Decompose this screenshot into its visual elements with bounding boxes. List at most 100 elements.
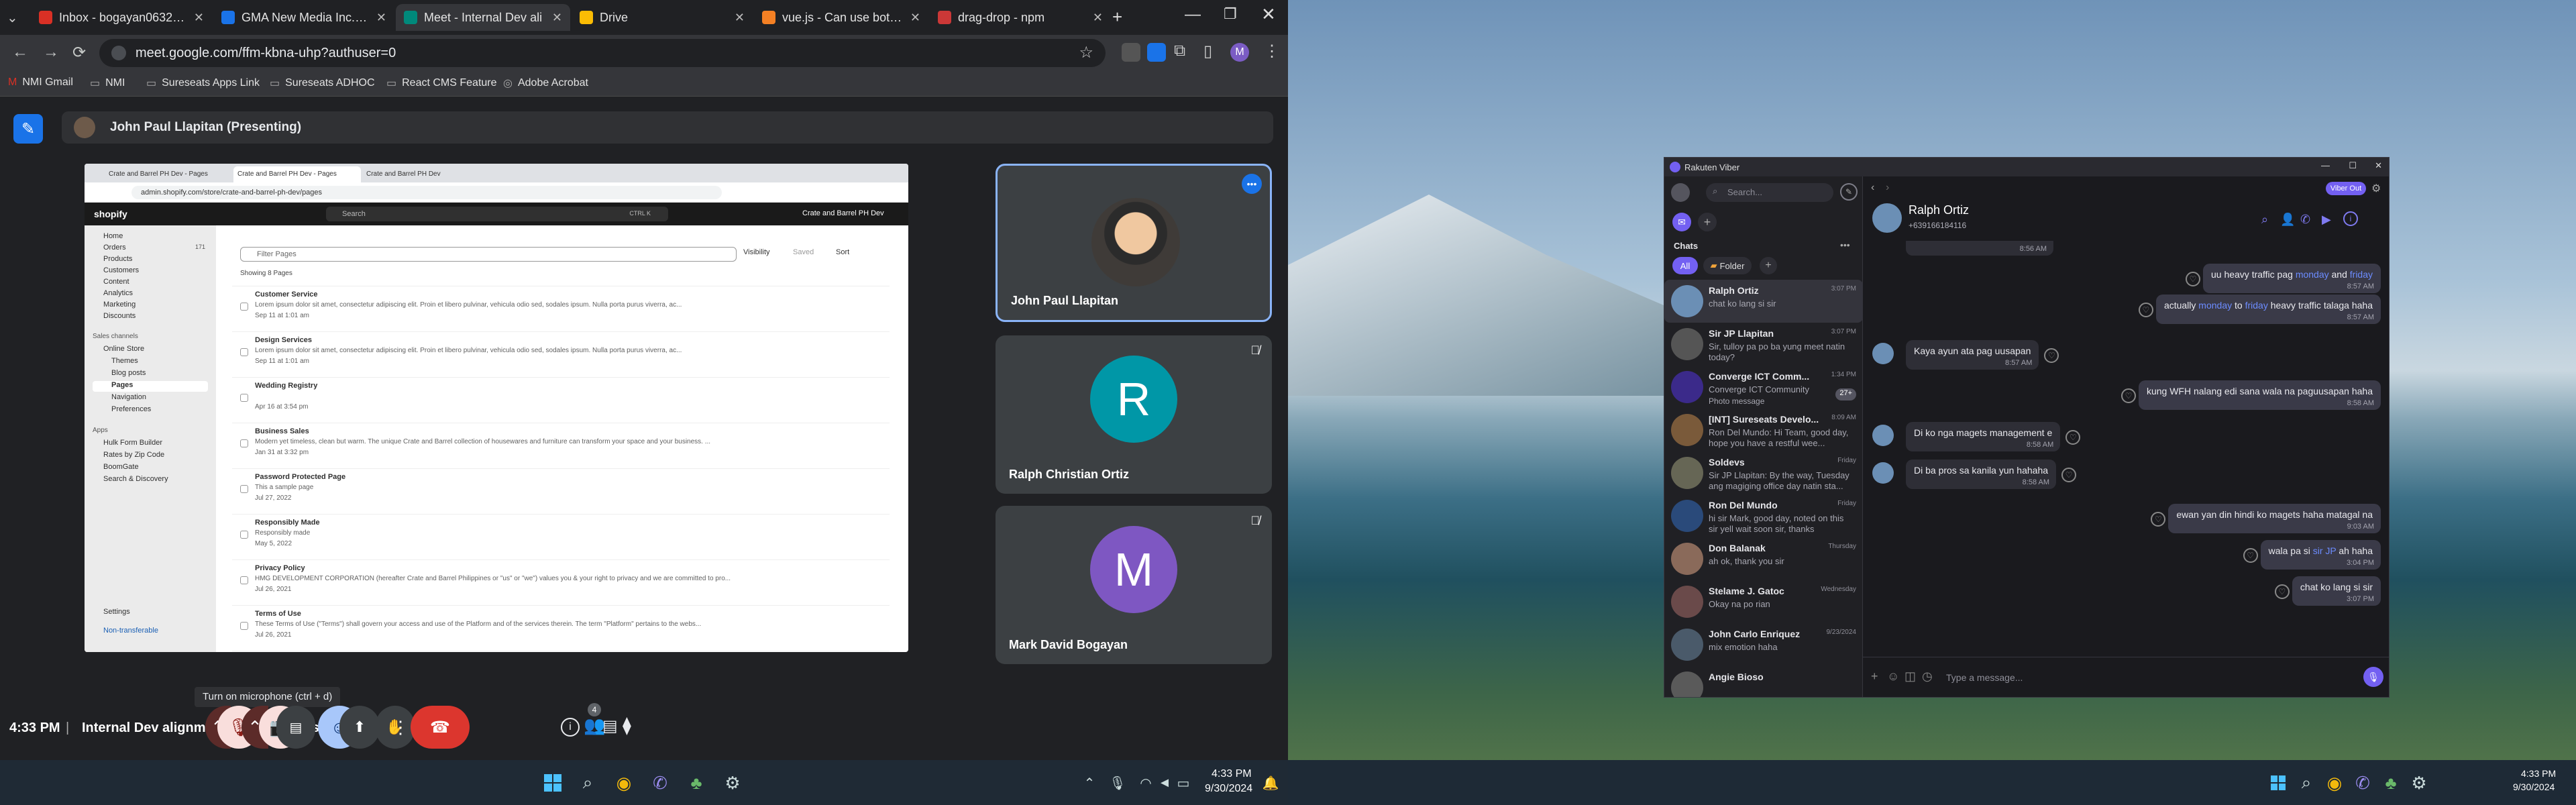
add-folder-icon[interactable]: + [1760, 257, 1777, 274]
activities-icon[interactable]: ⧫ [623, 715, 631, 736]
filter-folder-button[interactable]: ▰ Folder [1703, 257, 1752, 274]
tab-npm[interactable]: drag-drop - npm ✕ [930, 4, 1111, 31]
participant-tile-mark[interactable]: M 🎙̸ Mark David Bogayan [996, 506, 1272, 664]
close-icon[interactable]: ✕ [194, 11, 204, 25]
react-icon[interactable]: ♡ [2121, 388, 2136, 403]
tab-vue[interactable]: vue.js - Can use both Tailw✕ [754, 4, 928, 31]
message-bubble-out[interactable]: kung WFH nalang edi sana wala na paguusa… [2121, 380, 2381, 410]
react-icon[interactable]: ♡ [2243, 548, 2258, 563]
chats-more-icon[interactable]: ••• [1840, 239, 1850, 250]
chrome-icon[interactable]: ◉ [2321, 769, 2348, 796]
viber-home-icon[interactable]: ✉ [1672, 213, 1691, 231]
sticker-icon[interactable]: ◫ [1904, 669, 1916, 684]
back-icon[interactable]: ‹ [1871, 182, 1874, 194]
message-bubble-in[interactable]: Di ko nga magets management e 8:58 AM ♡ [1872, 422, 2081, 451]
search-icon[interactable]: ⌕ [2261, 213, 2268, 227]
chat-icon[interactable]: ▤ [602, 716, 618, 736]
bookmark-nmi-gmail[interactable]: M NMI Gmail [8, 76, 73, 89]
extension-icon[interactable] [1122, 43, 1140, 62]
message-link[interactable]: friday [2350, 269, 2373, 280]
chat-list-item[interactable]: Sir JP Llapitan Sir, tulloy pa po ba yung… [1664, 323, 1863, 366]
chat-list-item[interactable]: Don Balanak ah ok, thank you sir Thursday [1664, 537, 1863, 580]
chat-list-item[interactable]: Stelame J. Gatoc Okay na po rian Wednesday [1664, 580, 1863, 623]
restore-button[interactable]: ❐ [1224, 5, 1237, 23]
tray-chevron-icon[interactable]: ⌃ [1076, 769, 1103, 796]
tab-meet[interactable]: Meet - Internal Dev ali ✕ [396, 4, 570, 31]
clock-time[interactable]: 4:33 PM [2521, 768, 2556, 779]
settings-icon[interactable]: ⚙ [2406, 769, 2432, 796]
new-chat-icon[interactable]: ✎ [1840, 183, 1858, 201]
back-icon[interactable]: ← [12, 43, 28, 62]
react-icon[interactable]: ♡ [2185, 272, 2200, 286]
react-icon[interactable]: ♡ [2044, 348, 2059, 363]
my-profile-avatar[interactable] [1671, 183, 1690, 202]
address-bar[interactable]: meet.google.com/ffm-kbna-uhp?authuser=0 … [99, 39, 1106, 67]
add-attachment-icon[interactable]: + [1871, 669, 1878, 684]
close-window-button[interactable]: ✕ [1261, 4, 1276, 25]
chat-list-item[interactable]: Ralph Ortiz chat ko lang si sir 3:07 PM [1664, 280, 1863, 323]
contact-name[interactable]: Ralph Ortiz [1909, 203, 1969, 217]
participant-tile-ralph[interactable]: R 🎙̸ Ralph Christian Ortiz [996, 335, 1272, 494]
close-icon[interactable]: ✕ [910, 11, 920, 25]
react-icon[interactable]: ♡ [2151, 512, 2166, 527]
react-icon[interactable]: ♡ [2274, 584, 2290, 599]
minimize-button[interactable]: — [2321, 160, 2330, 170]
message-bubble-out[interactable]: ewan yan din hindi ko magets haha mataga… [2151, 504, 2381, 533]
chat-list-item[interactable]: John Carlo Enriquez mix emotion haha 9/23/… [1664, 623, 1863, 666]
message-bubble-in[interactable]: Di ba pros sa kanila yun hahaha 8:58 AM ♡ [1872, 460, 2077, 489]
chrome-icon[interactable]: ◉ [610, 769, 637, 796]
forward-icon[interactable]: › [1886, 182, 1889, 194]
react-icon[interactable]: ♡ [2138, 303, 2153, 317]
more-options-icon[interactable]: ••• [1242, 174, 1262, 194]
message-link[interactable]: monday [2198, 300, 2232, 311]
captions-button-element[interactable]: ▤ [276, 706, 315, 749]
bookmark-sureseats-adhoc[interactable]: ▭ Sureseats ADHOC [270, 76, 375, 90]
notification-icon[interactable]: 🔔 [1257, 769, 1284, 796]
message-bubble-in[interactable]: 8:56 AM [1906, 241, 2053, 256]
chat-list-item[interactable]: [INT] Sureseats Develo... Ron Del Mundo: … [1664, 409, 1863, 451]
search-input[interactable]: Search... ⌕ [1706, 183, 1833, 202]
search-icon[interactable]: ⌕ [2293, 769, 2320, 796]
forward-icon[interactable]: → [43, 43, 59, 62]
timer-icon[interactable]: ◷ [1922, 669, 1933, 684]
profile-avatar[interactable]: M [1230, 43, 1249, 62]
extension-icon[interactable] [1147, 43, 1166, 62]
start-icon[interactable] [539, 769, 566, 796]
filter-all-button[interactable]: All [1672, 257, 1698, 274]
message-bubble-out[interactable]: wala pa si sir JP ah haha 3:04 PM ♡ [2243, 540, 2381, 570]
bookmark-nmi[interactable]: ▭ NMI [90, 76, 125, 90]
bookmark-adobe-acrobat[interactable]: ◎ Adobe Acrobat [503, 76, 588, 90]
viber-icon[interactable]: ✆ [647, 769, 674, 796]
message-bubble-in[interactable]: Kaya ayun ata pag uusapan 8:57 AM ♡ [1872, 340, 2059, 370]
clock-date[interactable]: 9/30/2024 [2513, 782, 2555, 792]
message-bubble-out[interactable]: chat ko lang si sir 3:07 PM ♡ [2274, 576, 2381, 606]
more-options-icon-button[interactable]: ⋮ [392, 706, 409, 749]
tab-inbox[interactable]: Inbox - bogayan0632@gm✕ [31, 4, 212, 31]
video-call-icon[interactable]: ▶ [2322, 213, 2331, 227]
message-input[interactable]: Type a message... [1946, 672, 2023, 683]
voice-call-icon[interactable]: ✆ [2300, 213, 2310, 227]
clock-date[interactable]: 9/30/2024 [1205, 783, 1252, 795]
participant-tile-john[interactable]: ••• John Paul Llapitan [996, 164, 1272, 322]
settings-icon[interactable]: ⚙ [719, 769, 746, 796]
sidepanel-icon[interactable]: ▯ [1203, 42, 1212, 61]
hang-up-button[interactable]: ☎ [411, 706, 470, 749]
contact-avatar[interactable] [1872, 203, 1902, 233]
chat-list-item[interactable]: Angie Bioso [1664, 666, 1863, 697]
message-bubble-out[interactable]: uu heavy traffic pag monday and friday 8:… [2185, 264, 2381, 293]
clock-time[interactable]: 4:33 PM [1212, 768, 1252, 780]
close-icon[interactable]: ✕ [552, 11, 562, 25]
tab-drive[interactable]: Drive ✕ [572, 4, 753, 31]
close-window-button[interactable]: ✕ [2375, 160, 2382, 171]
start-icon[interactable] [2265, 769, 2292, 796]
close-icon[interactable]: ✕ [735, 11, 745, 25]
app-icon[interactable]: ♣ [2377, 769, 2404, 796]
info-icon[interactable]: i [2343, 211, 2358, 226]
site-info-icon[interactable] [111, 46, 126, 60]
extensions-puzzle-icon[interactable]: ⧉ [1174, 42, 1185, 60]
chat-list-item[interactable]: Soldevs Sir JP Llapitan: By the way, Tues… [1664, 451, 1863, 494]
maximize-button[interactable]: ☐ [2349, 160, 2357, 171]
viber-out-button[interactable]: Viber Out [2326, 182, 2366, 195]
add-icon[interactable]: + [1698, 213, 1717, 231]
new-tab-button[interactable]: + [1112, 7, 1122, 28]
